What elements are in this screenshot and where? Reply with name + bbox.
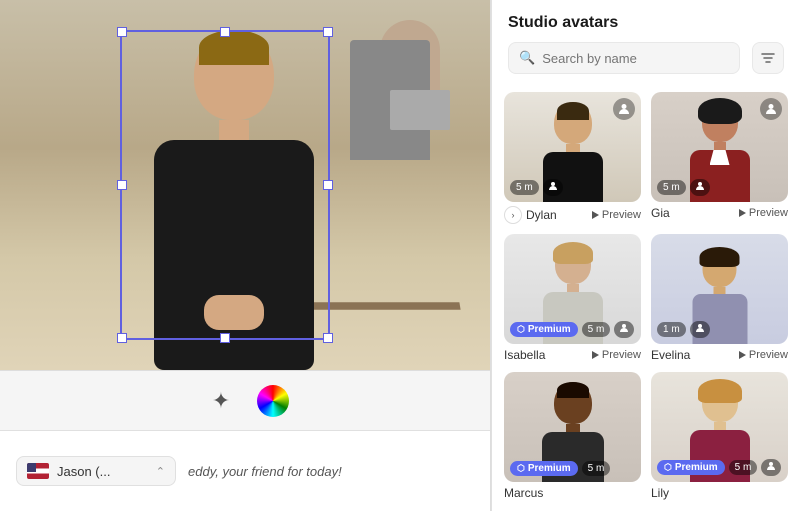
avatar-figure	[124, 30, 344, 370]
lily-time-badge: 5 m	[729, 460, 758, 475]
evelina-play-icon	[739, 351, 746, 359]
evelina-footer: Evelina Preview	[651, 344, 788, 364]
dylan-preview-label: Preview	[602, 209, 641, 221]
dylan-person-badge	[543, 179, 563, 196]
gia-person-badge	[690, 179, 710, 196]
dylan-expand-btn[interactable]: ›	[504, 206, 522, 224]
dylan-badges: 5 m	[510, 179, 563, 196]
search-bar: 🔍	[508, 42, 740, 74]
isabella-preview-btn[interactable]: Preview	[592, 349, 641, 361]
lily-badges: ⬡ Premium 5 m	[657, 459, 781, 476]
evelina-person-badge	[690, 321, 710, 338]
dylan-play-icon	[592, 211, 599, 219]
lily-name: Lily	[651, 486, 669, 500]
gia-preview-btn[interactable]: Preview	[739, 207, 788, 219]
evelina-time-badge: 1 m	[657, 322, 686, 337]
isabella-person-badge	[614, 321, 634, 338]
lily-footer: Lily	[651, 482, 788, 502]
avatar-card-marcus[interactable]: ⬡ Premium 5 m Marcus	[504, 372, 641, 502]
evelina-name: Evelina	[651, 348, 690, 362]
grid-row-3: ⬡ Premium 5 m Marcus	[504, 372, 788, 502]
avatar-hands	[204, 295, 264, 330]
marcus-premium-badge: ⬡ Premium	[510, 461, 578, 476]
grid-row-2: ⬡ Premium 5 m Isabella Preview	[504, 234, 788, 364]
chevron-icon: ⌃	[156, 465, 165, 478]
dylan-name: Dylan	[526, 208, 557, 222]
avatar-card-lily[interactable]: ⬡ Premium 5 m Lily	[651, 372, 788, 502]
avatar-neck	[219, 120, 249, 140]
video-area	[0, 0, 490, 370]
gia-name: Gia	[651, 206, 670, 220]
avatar-image-evelina: 1 m	[651, 234, 788, 344]
search-row: 🔍	[508, 42, 784, 74]
marcus-name: Marcus	[504, 486, 543, 500]
isabella-badges: ⬡ Premium 5 m	[510, 321, 634, 338]
filter-button[interactable]	[752, 42, 784, 74]
isabella-time-badge: 5 m	[582, 322, 611, 337]
grid-row-1: 5 m › Dylan Preview	[504, 92, 788, 226]
marcus-time-badge: 5 m	[582, 461, 611, 476]
flag-blue-canton	[27, 463, 36, 472]
avatar-hair	[199, 30, 269, 65]
script-area: Jason (... ⌃ eddy, your friend for today…	[0, 430, 490, 511]
isabella-play-icon	[592, 351, 599, 359]
voice-selector[interactable]: Jason (... ⌃	[16, 456, 176, 486]
gia-footer: Gia Preview	[651, 202, 788, 222]
avatar-image-marcus: ⬡ Premium 5 m	[504, 372, 641, 482]
avatar-image-isabella: ⬡ Premium 5 m	[504, 234, 641, 344]
lily-premium-badge: ⬡ Premium	[657, 460, 725, 475]
right-panel: Studio avatars 🔍	[491, 0, 800, 511]
bg-laptop	[390, 90, 450, 130]
dylan-footer: › Dylan Preview	[504, 202, 641, 226]
evelina-preview-label: Preview	[749, 349, 788, 361]
isabella-premium-badge: ⬡ Premium	[510, 322, 578, 337]
panel-header: Studio avatars 🔍	[492, 0, 800, 84]
avatar-body	[154, 140, 314, 370]
dylan-preview-btn[interactable]: Preview	[592, 209, 641, 221]
gia-play-icon	[739, 209, 746, 217]
flag-icon	[27, 463, 49, 479]
evelina-preview-btn[interactable]: Preview	[739, 349, 788, 361]
marcus-badges: ⬡ Premium 5 m	[510, 461, 610, 476]
color-wheel-button[interactable]	[257, 385, 289, 417]
evelina-badges: 1 m	[657, 321, 710, 338]
gia-preview-label: Preview	[749, 207, 788, 219]
avatar-card-isabella[interactable]: ⬡ Premium 5 m Isabella Preview	[504, 234, 641, 364]
panel-title: Studio avatars	[508, 14, 784, 32]
isabella-footer: Isabella Preview	[504, 344, 641, 364]
isabella-preview-label: Preview	[602, 349, 641, 361]
isabella-name: Isabella	[504, 348, 545, 362]
avatar-card-dylan[interactable]: 5 m › Dylan Preview	[504, 92, 641, 226]
avatar-image-gia: 5 m	[651, 92, 788, 202]
gia-person-icon	[760, 98, 782, 120]
magic-button[interactable]: ✦	[201, 381, 241, 421]
left-panel: ✦ Jason (... ⌃ eddy, your friend for tod…	[0, 0, 490, 511]
marcus-footer: Marcus	[504, 482, 641, 502]
voice-name: Jason (...	[57, 464, 110, 479]
avatar-card-evelina[interactable]: 1 m Evelina Preview	[651, 234, 788, 364]
avatar-image-lily: ⬡ Premium 5 m	[651, 372, 788, 482]
gia-time-badge: 5 m	[657, 180, 686, 195]
dylan-person-icon	[613, 98, 635, 120]
search-input[interactable]	[542, 51, 729, 66]
avatar-image-dylan: 5 m	[504, 92, 641, 202]
avatar-head	[194, 30, 274, 120]
script-text: eddy, your friend for today!	[188, 464, 342, 479]
search-icon: 🔍	[519, 50, 535, 66]
bottom-toolbar: ✦	[0, 370, 490, 430]
avatar-grid: 5 m › Dylan Preview	[492, 84, 800, 511]
gia-badges: 5 m	[657, 179, 710, 196]
lily-person-badge	[761, 459, 781, 476]
avatar-card-gia[interactable]: 5 m Gia Preview	[651, 92, 788, 226]
dylan-time-badge: 5 m	[510, 180, 539, 195]
